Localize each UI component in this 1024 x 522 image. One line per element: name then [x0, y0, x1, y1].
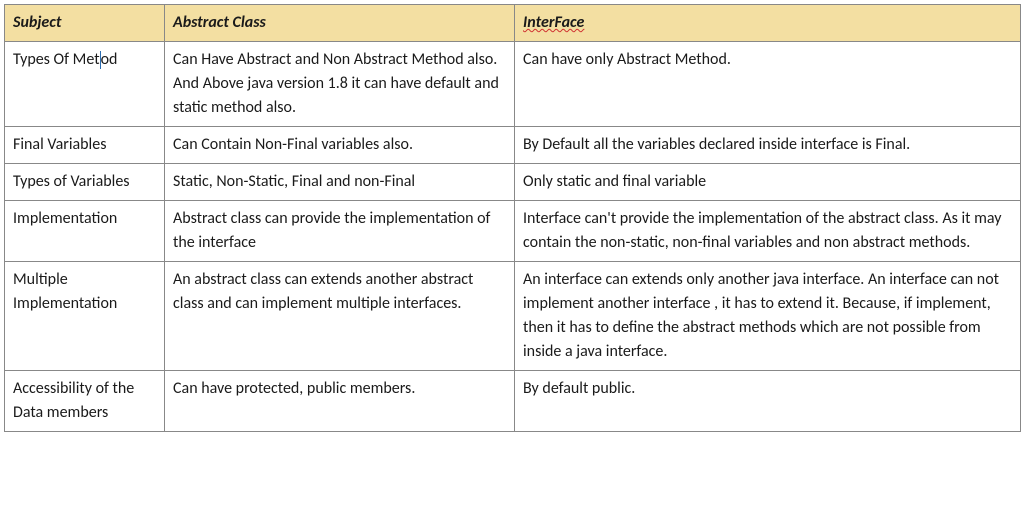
cell-subject[interactable]: Final Variables [5, 127, 165, 164]
table-row: Implementation Abstract class can provid… [5, 201, 1021, 262]
cell-interface[interactable]: Can have only Abstract Method. [515, 42, 1021, 127]
table-row: Accessibility of the Data members Can ha… [5, 371, 1021, 432]
cell-subject[interactable]: Implementation [5, 201, 165, 262]
table-row: Types Of Metod Can Have Abstract and Non… [5, 42, 1021, 127]
cell-subject[interactable]: Accessibility of the Data members [5, 371, 165, 432]
cell-interface[interactable]: By Default all the variables declared in… [515, 127, 1021, 164]
cell-subject[interactable]: Types of Variables [5, 164, 165, 201]
cell-abstract-class[interactable]: An abstract class can extends another ab… [165, 262, 515, 371]
header-subject: Subject [5, 5, 165, 42]
cell-interface[interactable]: By default public. [515, 371, 1021, 432]
comparison-table: Subject Abstract Class InterFace Types O… [4, 4, 1021, 432]
table-header-row: Subject Abstract Class InterFace [5, 5, 1021, 42]
cell-interface[interactable]: Interface can't provide the implementati… [515, 201, 1021, 262]
cell-abstract-class[interactable]: Can Contain Non-Final variables also. [165, 127, 515, 164]
cell-interface[interactable]: Only static and final variable [515, 164, 1021, 201]
cell-subject[interactable]: Types Of Metod [5, 42, 165, 127]
cell-abstract-class[interactable]: Can have protected, public members. [165, 371, 515, 432]
cell-abstract-class[interactable]: Abstract class can provide the implement… [165, 201, 515, 262]
cell-interface[interactable]: An interface can extends only another ja… [515, 262, 1021, 371]
cell-subject[interactable]: Multiple Implementation [5, 262, 165, 371]
header-interface: InterFace [515, 5, 1021, 42]
cell-abstract-class[interactable]: Can Have Abstract and Non Abstract Metho… [165, 42, 515, 127]
table-row: Types of Variables Static, Non-Static, F… [5, 164, 1021, 201]
table-row: Final Variables Can Contain Non-Final va… [5, 127, 1021, 164]
cell-abstract-class[interactable]: Static, Non-Static, Final and non-Final [165, 164, 515, 201]
table-row: Multiple Implementation An abstract clas… [5, 262, 1021, 371]
header-abstract-class: Abstract Class [165, 5, 515, 42]
